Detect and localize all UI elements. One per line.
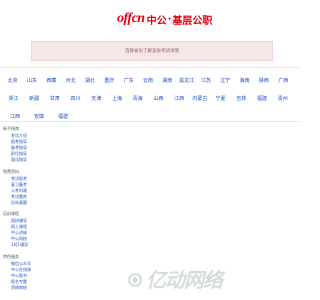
region-link[interactable]: 广东	[121, 77, 136, 84]
region-link[interactable]: 江西	[5, 113, 25, 120]
watermark: 亿动网络	[128, 264, 223, 293]
region-row: 浙江 新疆 甘肃 四川 天津 上海 青海 山西 江西 内蒙古 宁夏 吉林 福建 贵州	[5, 89, 295, 107]
region-link[interactable]: 吉林	[233, 95, 250, 102]
watermark-logo-icon	[128, 272, 142, 287]
region-link[interactable]: 新疆	[26, 95, 43, 102]
logo-dot: ·	[167, 13, 172, 25]
category-link[interactable]: 资格审核	[3, 285, 63, 291]
region-row: 江西 安徽 福建	[5, 107, 295, 125]
region-link[interactable]: 西藏	[44, 77, 59, 84]
category-section: 培训课程 面授辅导 网上课程 中公讲座 中公网校 1对1辅导	[3, 210, 63, 248]
region-grid: 北京 山东 西藏 河北 湖北 重庆 广东 云南 湖南 黑龙江 江苏 辽宁 海南 陕西 广西 浙江 新疆 甘肃 四川天…	[5, 71, 295, 125]
region-link[interactable]: 河北	[63, 77, 78, 84]
divider	[0, 121, 300, 122]
logo-brand-cn: 中公	[146, 15, 167, 27]
logo-brand-en: offcn	[117, 11, 145, 26]
region-link[interactable]: 安徽	[29, 113, 49, 120]
region-link[interactable]: 贵州	[274, 95, 291, 102]
category-title: 免费资料	[3, 169, 19, 174]
region-link[interactable]: 广西	[276, 77, 291, 84]
region-link[interactable]: 北京	[5, 77, 20, 84]
province-select-banner: 选择省份了解该省考试详情	[31, 41, 273, 61]
region-link[interactable]: 山东	[24, 77, 39, 84]
region-link[interactable]: 青海	[129, 95, 146, 102]
region-link[interactable]: 四川	[67, 95, 84, 102]
region-row: 北京 山东 西藏 河北 湖北 重庆 广东 云南 湖南 黑龙江 江苏 辽宁 海南 陕西 广西	[5, 71, 295, 89]
category-section: 特色服务 微信公众号 中公在线课 中公图书 报名专题 资格审核	[3, 253, 63, 291]
category-title: 培训课程	[3, 211, 19, 216]
region-link[interactable]: 福建	[254, 95, 271, 102]
region-link[interactable]: 陕西	[256, 77, 271, 84]
region-link[interactable]: 江西	[171, 95, 188, 102]
region-link[interactable]: 湖南	[160, 77, 175, 84]
region-link[interactable]: 天津	[88, 95, 105, 102]
region-link[interactable]: 湖北	[82, 77, 97, 84]
region-link[interactable]: 江苏	[198, 77, 213, 84]
region-link[interactable]: 甘肃	[46, 95, 63, 102]
region-link[interactable]: 山西	[150, 95, 167, 102]
region-link[interactable]: 上海	[109, 95, 126, 102]
region-link[interactable]: 海南	[237, 77, 252, 84]
divider	[0, 67, 300, 68]
logo-subtitle: 基层公职	[172, 15, 213, 27]
region-link[interactable]: 重庆	[102, 77, 117, 84]
category-section: 免费资料 考试报考 复习备考 公考时政 考试题库 历年真题	[3, 168, 63, 206]
watermark-text: 亿动网络	[146, 268, 223, 292]
region-link[interactable]: 宁夏	[212, 95, 229, 102]
category-title: 新手指南	[3, 126, 19, 131]
category-section: 新手指南 考试介绍 报考指导 备考指导 职位指导 面试指导	[3, 125, 63, 163]
category-link[interactable]: 1对1辅导	[3, 242, 63, 248]
banner-text: 选择省份了解该省考试详情	[125, 49, 179, 54]
category-title: 特色服务	[3, 254, 19, 259]
site-logo[interactable]: offcn 中公 · 基层公职	[117, 8, 212, 30]
category-link[interactable]: 历年真题	[3, 200, 63, 206]
region-link[interactable]: 福建	[53, 113, 73, 120]
region-link[interactable]: 云南	[140, 77, 155, 84]
category-link[interactable]: 面试指导	[3, 157, 63, 163]
region-link[interactable]: 辽宁	[218, 77, 233, 84]
region-link[interactable]: 内蒙古	[191, 95, 208, 102]
region-link[interactable]: 浙江	[5, 95, 22, 102]
region-link[interactable]: 黑龙江	[179, 77, 194, 84]
